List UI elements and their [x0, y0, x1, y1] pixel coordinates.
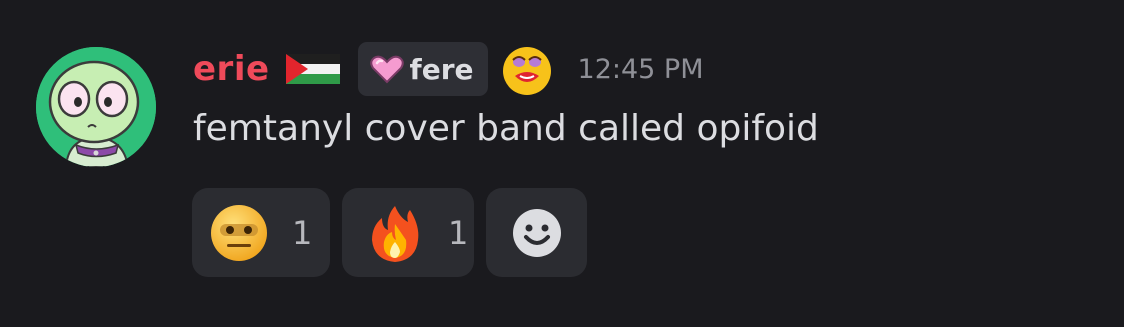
lips-biting-face-emoji-icon: [502, 47, 551, 95]
server-tag-label: fere: [409, 52, 474, 86]
message-header: erie fere 12:45 PM: [193, 42, 704, 96]
green-cartoon-character-avatar-icon: [36, 47, 156, 167]
smiley-add-reaction-icon: [512, 208, 561, 257]
message-content: femtanyl cover band called opifoid: [193, 108, 819, 149]
server-tag[interactable]: fere: [357, 42, 488, 96]
chat-message: erie fere 12:45 PM femtanyl cover band c…: [0, 0, 1124, 327]
pink-heart-icon: [369, 55, 404, 84]
reaction-fire[interactable]: 1: [342, 188, 474, 277]
fire-emoji-icon: [372, 205, 419, 262]
reaction-dotted-eyes[interactable]: 1: [192, 188, 330, 277]
reaction-bar: 1 1: [192, 188, 587, 277]
reaction-count: 1: [292, 213, 313, 252]
user-avatar[interactable]: [36, 47, 156, 167]
username[interactable]: erie: [193, 49, 270, 89]
add-reaction-button[interactable]: [486, 188, 587, 277]
message-timestamp[interactable]: 12:45 PM: [578, 54, 704, 85]
palestine-flag-icon: [285, 54, 340, 84]
reaction-count: 1: [448, 213, 469, 252]
dotted-eyes-face-emoji-icon: [211, 204, 267, 261]
